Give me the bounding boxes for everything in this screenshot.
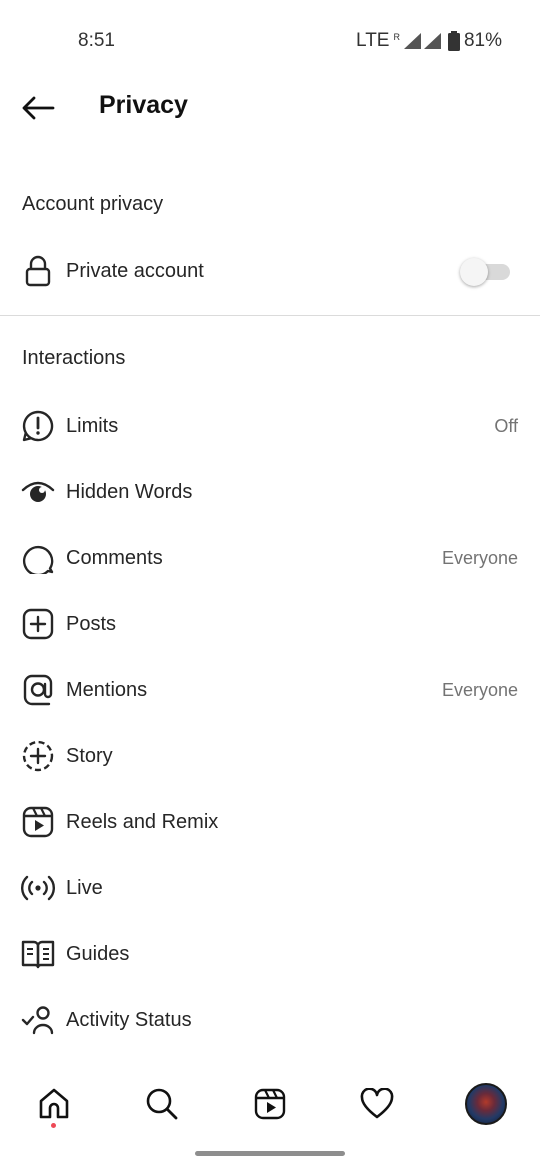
row-label: Activity Status xyxy=(66,1008,192,1031)
row-label: Posts xyxy=(66,612,117,635)
row-limits[interactable]: Limits Off xyxy=(0,398,540,454)
signal-icon xyxy=(403,33,441,49)
private-account-label: Private account xyxy=(66,259,204,282)
profile-avatar xyxy=(465,1083,507,1125)
row-reels-and-remix[interactable]: Reels and Remix xyxy=(0,794,540,850)
status-indicators: LTE R 81% xyxy=(356,30,502,52)
lock-icon xyxy=(20,253,56,289)
mention-icon xyxy=(20,672,56,708)
status-time: 8:51 xyxy=(78,30,115,51)
row-label: Story xyxy=(66,744,113,767)
divider xyxy=(0,315,540,316)
row-hidden-words[interactable]: Hidden Words xyxy=(0,464,540,520)
row-comments[interactable]: Comments Everyone xyxy=(0,530,540,586)
row-value: Off xyxy=(494,415,518,436)
row-label: Mentions xyxy=(66,678,148,701)
reels-icon xyxy=(20,804,56,840)
row-posts[interactable]: Posts xyxy=(0,596,540,652)
nav-profile[interactable] xyxy=(464,1082,508,1126)
row-label: Guides xyxy=(66,942,130,965)
nav-search[interactable] xyxy=(140,1082,184,1126)
home-icon xyxy=(39,1088,69,1119)
add-post-icon xyxy=(20,606,56,642)
section-title-account-privacy: Account privacy xyxy=(22,193,164,215)
row-value: Everyone xyxy=(441,679,518,700)
private-account-toggle[interactable] xyxy=(460,258,512,286)
row-guides[interactable]: Guides xyxy=(0,926,540,982)
row-label: Reels and Remix xyxy=(66,810,219,833)
row-mentions[interactable]: Mentions Everyone xyxy=(0,662,540,718)
roaming-indicator: R xyxy=(393,32,400,42)
row-label: Limits xyxy=(66,414,119,437)
private-account-row[interactable]: Private account xyxy=(0,243,540,299)
battery-icon xyxy=(447,31,460,51)
search-icon xyxy=(146,1088,178,1120)
story-icon xyxy=(20,738,56,774)
status-bar: 8:51 LTE R 81% xyxy=(0,0,540,80)
row-label: Hidden Words xyxy=(66,480,193,503)
row-story[interactable]: Story xyxy=(0,728,540,784)
header: Privacy xyxy=(0,80,540,136)
nav-home[interactable] xyxy=(32,1082,76,1126)
battery-percent: 81% xyxy=(463,30,502,51)
toggle-knob xyxy=(460,258,488,286)
nav-reels[interactable] xyxy=(248,1082,292,1126)
section-title-interactions: Interactions xyxy=(22,347,126,369)
back-button[interactable] xyxy=(18,90,58,126)
bottom-nav xyxy=(0,1068,540,1140)
row-label: Live xyxy=(66,876,103,899)
heart-icon xyxy=(360,1088,394,1119)
back-arrow-icon xyxy=(22,96,55,120)
hidden-words-icon xyxy=(20,474,56,510)
row-live[interactable]: Live xyxy=(0,860,540,916)
row-label: Comments xyxy=(66,546,163,569)
notification-dot xyxy=(51,1123,56,1128)
row-value: Everyone xyxy=(441,547,518,568)
page-title: Privacy xyxy=(99,91,188,119)
nav-activity[interactable] xyxy=(355,1082,399,1126)
comment-icon xyxy=(20,540,56,576)
limits-icon xyxy=(20,408,56,444)
home-indicator xyxy=(195,1151,345,1156)
row-activity-status[interactable]: Activity Status xyxy=(0,992,540,1048)
reels-icon xyxy=(254,1088,286,1120)
activity-status-icon xyxy=(20,1002,56,1038)
live-icon xyxy=(20,870,56,906)
network-label: LTE xyxy=(356,30,390,51)
guides-icon xyxy=(20,936,56,972)
